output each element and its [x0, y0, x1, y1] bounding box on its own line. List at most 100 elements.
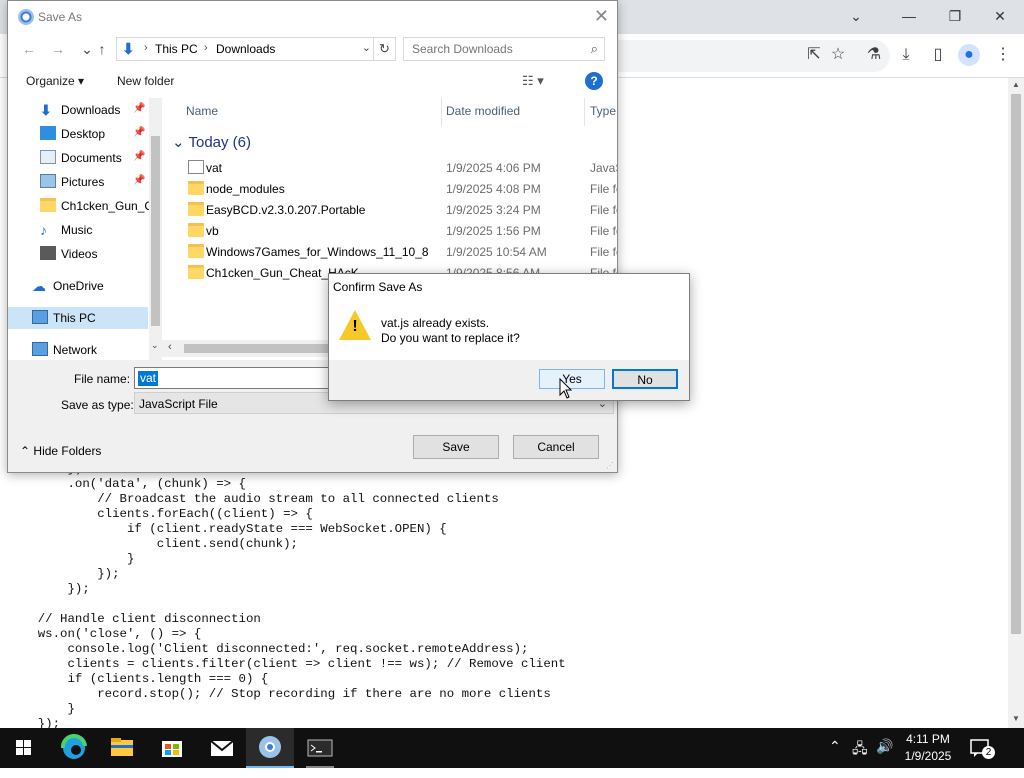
column-divider[interactable]	[584, 98, 585, 126]
nav-item-network[interactable]: Network	[8, 339, 148, 360]
chevron-down-icon[interactable]: ⌄	[362, 41, 371, 54]
page-scrollbar-thumb[interactable]	[1011, 94, 1021, 634]
minimize-button[interactable]: —	[895, 4, 923, 28]
hide-folders-button[interactable]: ⌃ Hide Folders	[20, 444, 101, 458]
nav-item-documents[interactable]: Documents 📌	[8, 147, 148, 169]
downloads-icon: ⬇	[40, 102, 52, 118]
hscrollbar-thumb[interactable]	[184, 344, 344, 353]
nav-item-desktop[interactable]: Desktop 📌	[8, 123, 148, 145]
chevron-up-icon: ⌃	[20, 444, 31, 458]
save-as-type-label: Save as type:	[61, 398, 134, 412]
bookmark-star-icon[interactable]: ☆	[827, 44, 849, 66]
pictures-icon	[40, 174, 56, 188]
nav-item-this-pc[interactable]: This PC	[8, 307, 148, 329]
file-row[interactable]: EasyBCD.v2.3.0.207.Portable 1/9/2025 3:2…	[162, 199, 617, 220]
nav-item-onedrive[interactable]: ☁ OneDrive	[8, 275, 148, 297]
breadcrumb-downloads[interactable]: Downloads	[216, 42, 275, 56]
show-hidden-icons[interactable]: ⌃	[829, 738, 841, 778]
column-header-date[interactable]: Date modified	[446, 104, 520, 118]
new-folder-button[interactable]: New folder	[117, 74, 174, 88]
resize-grip-icon[interactable]: ⋰	[606, 461, 614, 470]
mail-taskbar-icon[interactable]	[198, 728, 246, 768]
folder-icon	[188, 181, 204, 195]
nav-item-music[interactable]: ♪ Music	[8, 219, 148, 241]
browser-taskbar-icon[interactable]	[246, 728, 294, 768]
breadcrumb[interactable]: ⬇ › This PC › Downloads ⌄ ↻	[116, 37, 396, 61]
scroll-down-icon[interactable]: ⌄	[151, 340, 159, 351]
file-row[interactable]: vb 1/9/2025 1:56 PM File fo	[162, 220, 617, 241]
labs-icon[interactable]: ⚗	[863, 44, 885, 66]
up-arrow-icon[interactable]: ↑	[93, 40, 111, 58]
file-row[interactable]: Windows7Games_for_Windows_11_10_8 1/9/20…	[162, 241, 617, 262]
scroll-left-icon[interactable]: ‹	[168, 341, 172, 353]
code-text: }) .on('data', (chunk) => { // Broadcast…	[37, 462, 566, 731]
downloads-icon: ⬇	[122, 41, 135, 58]
help-icon[interactable]: ?	[585, 72, 603, 90]
file-date: 1/9/2025 1:56 PM	[446, 224, 541, 238]
browser-app-icon	[18, 9, 34, 25]
page-scrollbar[interactable]: ▲ ▼	[1008, 78, 1024, 728]
search-box[interactable]: ⌕	[403, 37, 605, 61]
network-tray-icon[interactable]: 🖧	[852, 738, 868, 778]
cloud-icon: ☁	[32, 278, 46, 294]
refresh-icon[interactable]: ↻	[373, 38, 395, 60]
hide-folders-label: Hide Folders	[33, 444, 102, 458]
close-icon[interactable]: ✕	[594, 6, 609, 27]
share-icon[interactable]: ⇱	[803, 44, 825, 66]
tab-search-icon[interactable]: ⌄	[842, 4, 870, 28]
save-button[interactable]: Save	[413, 435, 499, 459]
organize-button[interactable]: Organize ▾	[26, 74, 84, 88]
terminal-taskbar-icon[interactable]	[296, 728, 344, 768]
side-panel-icon[interactable]: ▯	[927, 44, 949, 66]
restore-button[interactable]: ❐	[941, 4, 969, 28]
computer-icon	[32, 310, 48, 324]
file-type: File fo	[590, 245, 617, 259]
file-explorer-taskbar-icon[interactable]	[98, 728, 146, 768]
desktop-icon	[40, 126, 56, 140]
breadcrumb-separator[interactable]: ›	[144, 42, 148, 54]
file-name: EasyBCD.v2.3.0.207.Portable	[206, 203, 366, 217]
pin-icon: 📌	[133, 127, 146, 138]
start-button[interactable]	[0, 728, 48, 768]
clock[interactable]: 4:11 PM 1/9/2025	[902, 728, 954, 768]
breadcrumb-this-pc[interactable]: This PC	[155, 42, 198, 56]
nav-item-downloads[interactable]: ⬇ Downloads 📌	[8, 99, 148, 121]
nav-item-chicken-folder[interactable]: Ch1cken_Gun_C	[8, 195, 153, 217]
nav-scrollbar[interactable]: ⌄	[149, 98, 162, 360]
nav-label: Documents	[61, 151, 122, 165]
nav-scrollbar-thumb[interactable]	[151, 136, 160, 326]
nav-label: Pictures	[61, 175, 105, 189]
forward-arrow-icon[interactable]: →	[49, 40, 67, 58]
file-type: JavaS	[590, 161, 617, 175]
nav-label: This PC	[53, 311, 96, 325]
store-taskbar-icon[interactable]	[148, 728, 196, 768]
back-arrow-icon[interactable]: ←	[20, 40, 38, 58]
menu-icon[interactable]: ⋮	[992, 44, 1014, 66]
download-icon[interactable]: ⤓	[895, 44, 917, 66]
edge-taskbar-icon[interactable]	[50, 728, 98, 768]
file-name: vat	[206, 161, 223, 175]
nav-item-videos[interactable]: Videos	[8, 243, 148, 265]
group-header[interactable]: ⌄ Today (6)	[172, 133, 251, 151]
column-divider[interactable]	[441, 98, 442, 126]
file-row[interactable]: node_modules 1/9/2025 4:08 PM File fo	[162, 178, 617, 199]
view-options-icon[interactable]: ☷ ▾	[522, 73, 544, 89]
file-name-selected-text[interactable]: vat	[138, 371, 159, 386]
column-header-name[interactable]: Name	[186, 104, 218, 118]
nav-label: Desktop	[61, 127, 106, 141]
no-button[interactable]: No	[612, 369, 678, 389]
folder-icon	[188, 244, 204, 258]
breadcrumb-separator[interactable]: ›	[204, 42, 208, 54]
column-header-type[interactable]: Type	[590, 104, 616, 118]
clock-time: 4:11 PM	[906, 732, 950, 746]
search-input[interactable]	[404, 38, 584, 60]
close-window-button[interactable]: ✕	[986, 4, 1014, 28]
notification-center-icon[interactable]: 2	[970, 738, 996, 759]
navigation-pane: ⬇ Downloads 📌 Desktop 📌 Documents 📌 Pict…	[8, 98, 162, 360]
file-row[interactable]: vat 1/9/2025 4:06 PM JavaS	[162, 157, 617, 178]
nav-item-pictures[interactable]: Pictures 📌	[8, 171, 148, 193]
volume-icon[interactable]: 🔊	[876, 738, 893, 778]
search-icon[interactable]: ⌕	[591, 41, 598, 57]
profile-avatar-icon[interactable]: ●	[958, 44, 980, 66]
cancel-button[interactable]: Cancel	[513, 435, 599, 459]
